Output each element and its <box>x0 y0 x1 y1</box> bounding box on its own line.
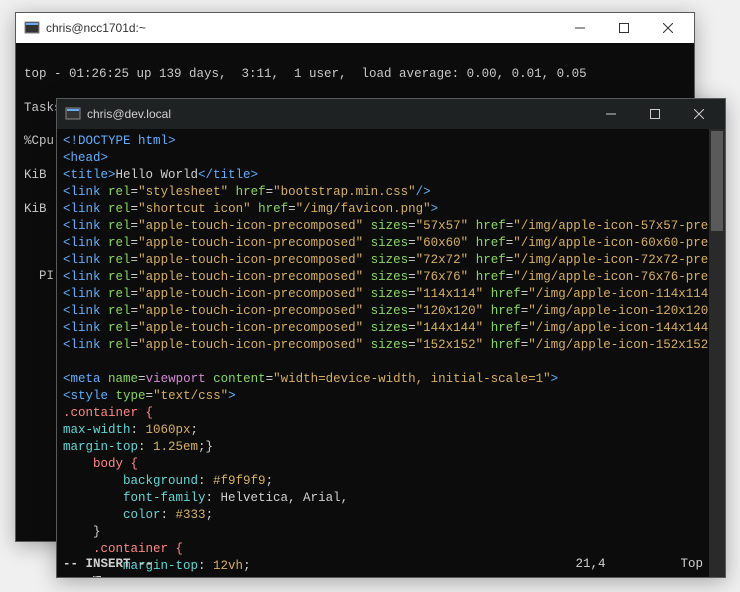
code-line: <!DOCTYPE html> <box>63 133 719 150</box>
code-line: } <box>63 575 719 577</box>
editor-content[interactable]: <!DOCTYPE html> <head> <title>Hello Worl… <box>57 129 725 577</box>
code-line: body { <box>63 456 719 473</box>
terminal-icon <box>24 20 40 36</box>
code-line: <link rel="stylesheet" href="bootstrap.m… <box>63 184 719 201</box>
code-line: <link rel="apple-touch-icon-precomposed"… <box>63 303 719 320</box>
code-line: } <box>63 524 719 541</box>
vim-mode: -- INSERT -- <box>63 556 575 573</box>
minimize-button[interactable] <box>589 99 633 129</box>
code-line: <head> <box>63 150 719 167</box>
code-line: <link rel="apple-touch-icon-precomposed"… <box>63 269 719 286</box>
window-controls-front <box>589 99 721 129</box>
vim-position: 21,4 <box>575 556 605 573</box>
scrollbar[interactable] <box>709 129 725 577</box>
code-line: <link rel="shortcut icon" href="/img/fav… <box>63 201 719 218</box>
code-line: <link rel="apple-touch-icon-precomposed"… <box>63 252 719 269</box>
top-header-line: top - 01:26:25 up 139 days, 3:11, 1 user… <box>24 66 686 83</box>
titlebar-front[interactable]: chris@dev.local <box>57 99 725 129</box>
terminal-window-front: chris@dev.local <!DOCTYPE html> <head> <… <box>56 98 726 578</box>
close-button[interactable] <box>646 13 690 43</box>
code-line: max-width: 1060px; <box>63 422 719 439</box>
window-title-front: chris@dev.local <box>87 107 589 121</box>
code-line: <title>Hello World</title> <box>63 167 719 184</box>
code-line: <link rel="apple-touch-icon-precomposed"… <box>63 320 719 337</box>
code-line: color: #333; <box>63 507 719 524</box>
minimize-button[interactable] <box>558 13 602 43</box>
close-button[interactable] <box>677 99 721 129</box>
code-line: margin-top: 1.25em;} <box>63 439 719 456</box>
vim-status-line: -- INSERT -- 21,4 Top <box>63 556 703 573</box>
window-controls-back <box>558 13 690 43</box>
maximize-button[interactable] <box>602 13 646 43</box>
maximize-button[interactable] <box>633 99 677 129</box>
titlebar-back[interactable]: chris@ncc1701d:~ <box>16 13 694 43</box>
code-line <box>63 354 719 371</box>
code-line: <link rel="apple-touch-icon-precomposed"… <box>63 235 719 252</box>
code-line: font-family: Helvetica, Arial, <box>63 490 719 507</box>
code-line: <link rel="apple-touch-icon-precomposed"… <box>63 286 719 303</box>
code-line: <style type="text/css"> <box>63 388 719 405</box>
code-line: <link rel="apple-touch-icon-precomposed"… <box>63 337 719 354</box>
window-title-back: chris@ncc1701d:~ <box>46 21 558 35</box>
terminal-icon <box>65 106 81 122</box>
code-line: <meta name=viewport content="width=devic… <box>63 371 719 388</box>
code-line: .container { <box>63 405 719 422</box>
vim-location: Top <box>680 556 703 573</box>
code-line: <link rel="apple-touch-icon-precomposed"… <box>63 218 719 235</box>
code-line: background: #f9f9f9; <box>63 473 719 490</box>
scrollbar-thumb[interactable] <box>711 131 723 231</box>
cursor: } <box>93 576 101 577</box>
